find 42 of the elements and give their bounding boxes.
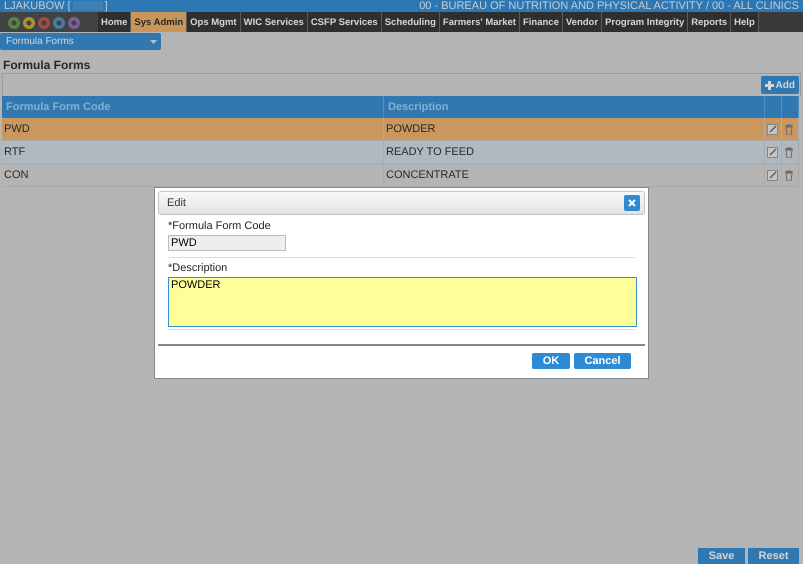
redacted-block	[72, 1, 103, 11]
code-field[interactable]: PWD	[168, 235, 286, 251]
nav-tab[interactable]: Program Integrity	[602, 12, 688, 32]
user-name: LJAKUBOW [	[4, 0, 71, 12]
nav-tab[interactable]: Reports	[688, 12, 732, 32]
header-cell	[765, 96, 782, 118]
header-cell	[782, 96, 799, 118]
nav-tab[interactable]: WIC Services	[240, 12, 308, 32]
nav-tab[interactable]: Finance	[520, 12, 563, 32]
table-cell: POWDER	[384, 118, 765, 141]
edit-icon[interactable]	[767, 170, 778, 180]
cancel-button[interactable]: Cancel	[574, 353, 631, 369]
nav-tab[interactable]: CSFP Services	[308, 12, 382, 32]
table-cell: READY TO FEED	[384, 141, 765, 164]
table-cell: CONCENTRATE	[384, 164, 765, 187]
nav-tab[interactable]: Farmers' Market	[440, 12, 520, 32]
bracket: ]	[104, 0, 108, 12]
caret-icon	[150, 40, 157, 44]
agency-clinic-label: 00 - BUREAU OF NUTRITION AND PHYSICAL ACTIVITY / 00 - ALL CLINICS	[419, 0, 799, 12]
description-field[interactable]: POWDER	[168, 277, 637, 327]
edit-icon[interactable]	[767, 124, 778, 134]
plus-icon	[764, 80, 774, 90]
nav-tab[interactable]: Vendor	[562, 12, 602, 32]
nav-tab[interactable]: Help	[731, 12, 759, 32]
page-title: Formula Forms	[2, 57, 92, 72]
field-label: *Formula Form Code	[168, 220, 272, 233]
table-cell: PWD	[2, 118, 384, 141]
close-button[interactable]	[624, 195, 640, 211]
nav-tab[interactable]: Scheduling	[382, 12, 440, 32]
nav-tab[interactable]: Sys Admin	[131, 12, 188, 32]
trash-icon[interactable]	[784, 170, 794, 180]
trash-icon[interactable]	[784, 146, 794, 158]
dialog-title: Edit	[167, 197, 186, 209]
nav-tab[interactable]: Home	[98, 12, 132, 32]
table-cell: CON	[2, 164, 384, 187]
nav-tab[interactable]: Ops Mgmt	[187, 12, 241, 32]
edit-icon[interactable]	[767, 146, 778, 158]
table-cell: RTF	[2, 141, 384, 164]
close-icon	[628, 199, 636, 207]
trash-icon[interactable]	[784, 124, 794, 134]
field-label: *Description	[168, 262, 228, 275]
ok-button[interactable]: OK	[532, 353, 570, 369]
